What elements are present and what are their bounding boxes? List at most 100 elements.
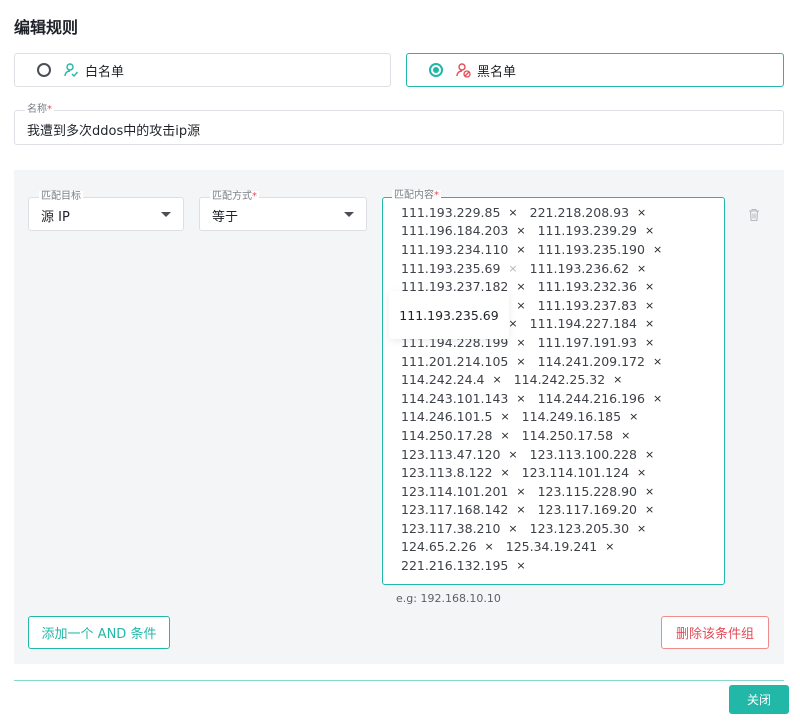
ip-chip-text: 123.123.205.30 <box>529 520 630 536</box>
add-and-condition-button[interactable]: 添加一个 AND 条件 <box>28 616 170 649</box>
ip-chip: 111.197.191.93 × <box>538 333 655 352</box>
remove-chip-icon[interactable]: × <box>605 540 614 553</box>
ip-chip: 111.193.235.69 × <box>401 259 518 278</box>
remove-chip-icon[interactable]: × <box>508 448 517 461</box>
ip-chip: 114.242.24.4 × <box>401 370 502 389</box>
ip-chip: 221.218.208.93 × <box>530 203 647 222</box>
match-method-value: 等于 <box>212 210 239 225</box>
remove-chip-icon[interactable]: × <box>645 317 654 330</box>
blacklist-radio[interactable] <box>429 63 443 77</box>
match-method-label: 匹配方式* <box>210 191 259 203</box>
ip-chip-text: 123.115.228.90 <box>537 483 637 499</box>
remove-chip-icon[interactable]: × <box>637 262 646 275</box>
blacklist-option[interactable]: 黑名单 <box>406 53 784 87</box>
ip-chip: 114.246.101.5 × <box>401 408 510 427</box>
remove-chip-icon[interactable]: × <box>500 429 509 442</box>
ip-chip: 221.216.132.195 × <box>401 556 526 575</box>
match-target-value: 源 IP <box>41 210 70 225</box>
ip-chip-text: 114.250.17.58 <box>521 427 614 443</box>
match-content-input[interactable]: 111.193.229.85 × 221.218.208.93 × 111.196.18… <box>382 197 725 585</box>
ip-chip: 114.250.17.58 × <box>522 426 631 445</box>
whitelist-option[interactable]: 白名单 <box>14 53 391 87</box>
chevron-down-icon <box>344 212 354 217</box>
remove-chip-icon[interactable]: × <box>485 540 494 553</box>
remove-chip-icon[interactable]: × <box>645 336 654 349</box>
ip-chip: 114.249.16.185 × <box>522 408 639 427</box>
remove-chip-icon[interactable]: × <box>516 280 525 293</box>
remove-chip-icon[interactable]: × <box>653 355 662 368</box>
remove-chip-icon[interactable]: × <box>637 206 646 219</box>
remove-chip-icon[interactable]: × <box>645 503 654 516</box>
remove-chip-icon[interactable]: × <box>645 224 654 237</box>
user-block-icon <box>456 63 471 78</box>
ip-chip-text: 111.196.184.203 <box>401 223 509 239</box>
remove-chip-icon[interactable]: × <box>493 373 502 386</box>
remove-chip-icon[interactable]: × <box>516 559 525 572</box>
ip-chip: 111.193.229.85 × <box>401 203 518 222</box>
user-check-icon <box>64 63 79 78</box>
chevron-down-icon <box>161 212 171 217</box>
ip-chip: 114.244.216.196 × <box>538 389 663 408</box>
remove-chip-icon[interactable]: × <box>653 243 662 256</box>
ip-chip-text: 123.117.168.142 <box>401 502 509 518</box>
ip-chip: 123.114.101.201 × <box>401 482 526 501</box>
ip-chip: 111.193.239.29 × <box>538 222 655 241</box>
remove-chip-icon[interactable]: × <box>629 410 638 423</box>
ip-chip-text: 111.193.237.83 <box>537 297 637 313</box>
ip-chip-text: 114.241.209.172 <box>537 353 645 369</box>
remove-chip-icon[interactable]: × <box>516 485 525 498</box>
remove-chip-icon[interactable]: × <box>645 280 654 293</box>
ip-chip: 124.65.2.26 × <box>401 538 494 557</box>
ip-chip-text: 123.117.38.210 <box>401 520 501 536</box>
ip-chip-text: 114.249.16.185 <box>521 409 622 425</box>
ip-chip-text: 111.193.232.36 <box>537 279 637 295</box>
match-method-select[interactable]: 匹配方式* 等于 <box>199 191 367 231</box>
remove-chip-icon[interactable]: × <box>621 429 630 442</box>
ip-chip-text: 123.117.169.20 <box>537 502 637 518</box>
ip-chip-text: 111.197.191.93 <box>537 334 637 350</box>
ip-chip-text: 221.216.132.195 <box>401 558 509 574</box>
ip-chip: 123.113.8.122 × <box>401 463 510 482</box>
match-target-select[interactable]: 匹配目标 源 IP <box>28 191 184 231</box>
ip-chip: 111.193.234.110 × <box>401 240 526 259</box>
remove-chip-icon[interactable]: × <box>516 299 525 312</box>
remove-chip-icon[interactable]: × <box>516 355 525 368</box>
remove-chip-icon[interactable]: × <box>508 262 517 275</box>
remove-chip-icon[interactable]: × <box>508 206 517 219</box>
remove-chip-icon[interactable]: × <box>637 466 646 479</box>
ip-chip: 123.117.168.142 × <box>401 501 526 520</box>
close-button[interactable]: 关闭 <box>729 685 789 714</box>
match-target-label: 匹配目标 <box>39 191 83 203</box>
remove-chip-icon[interactable]: × <box>500 410 509 423</box>
remove-chip-icon[interactable]: × <box>645 299 654 312</box>
remove-chip-icon[interactable]: × <box>516 392 525 405</box>
trash-icon[interactable] <box>747 208 761 222</box>
name-field[interactable]: 名称* 我遭到多次ddos中的攻击ip源 <box>14 104 784 145</box>
dialog-title: 编辑规则 <box>14 18 79 37</box>
remove-chip-icon[interactable]: × <box>613 373 622 386</box>
delete-condition-group-button[interactable]: 删除该条件组 <box>661 616 769 649</box>
remove-chip-icon[interactable]: × <box>637 522 646 535</box>
whitelist-radio[interactable] <box>37 63 51 77</box>
ip-chip-list: 111.193.229.85 × 221.218.208.93 × 111.196.18… <box>401 203 719 575</box>
whitelist-label: 白名单 <box>85 64 125 80</box>
ip-chip-text: 114.242.24.4 <box>401 372 485 388</box>
name-input[interactable]: 我遭到多次ddos中的攻击ip源 <box>27 120 200 139</box>
remove-chip-icon[interactable]: × <box>516 503 525 516</box>
remove-chip-icon[interactable]: × <box>516 336 525 349</box>
remove-chip-icon[interactable]: × <box>653 392 662 405</box>
ip-chip-text: 123.114.101.201 <box>401 483 509 499</box>
remove-chip-icon[interactable]: × <box>516 243 525 256</box>
ip-chip: 111.193.232.36 × <box>538 277 655 296</box>
ip-chip-text: 124.65.2.26 <box>401 539 477 555</box>
ip-chip-text: 123.113.47.120 <box>401 446 501 462</box>
remove-chip-icon[interactable]: × <box>516 224 525 237</box>
ip-chip-text: 123.113.8.122 <box>401 465 493 481</box>
name-field-label: 名称* <box>25 104 54 116</box>
remove-chip-icon[interactable]: × <box>645 448 654 461</box>
remove-chip-icon[interactable]: × <box>508 317 517 330</box>
remove-chip-icon[interactable]: × <box>645 485 654 498</box>
remove-chip-icon[interactable]: × <box>500 466 509 479</box>
ip-chip: 123.115.228.90 × <box>538 482 655 501</box>
remove-chip-icon[interactable]: × <box>508 522 517 535</box>
